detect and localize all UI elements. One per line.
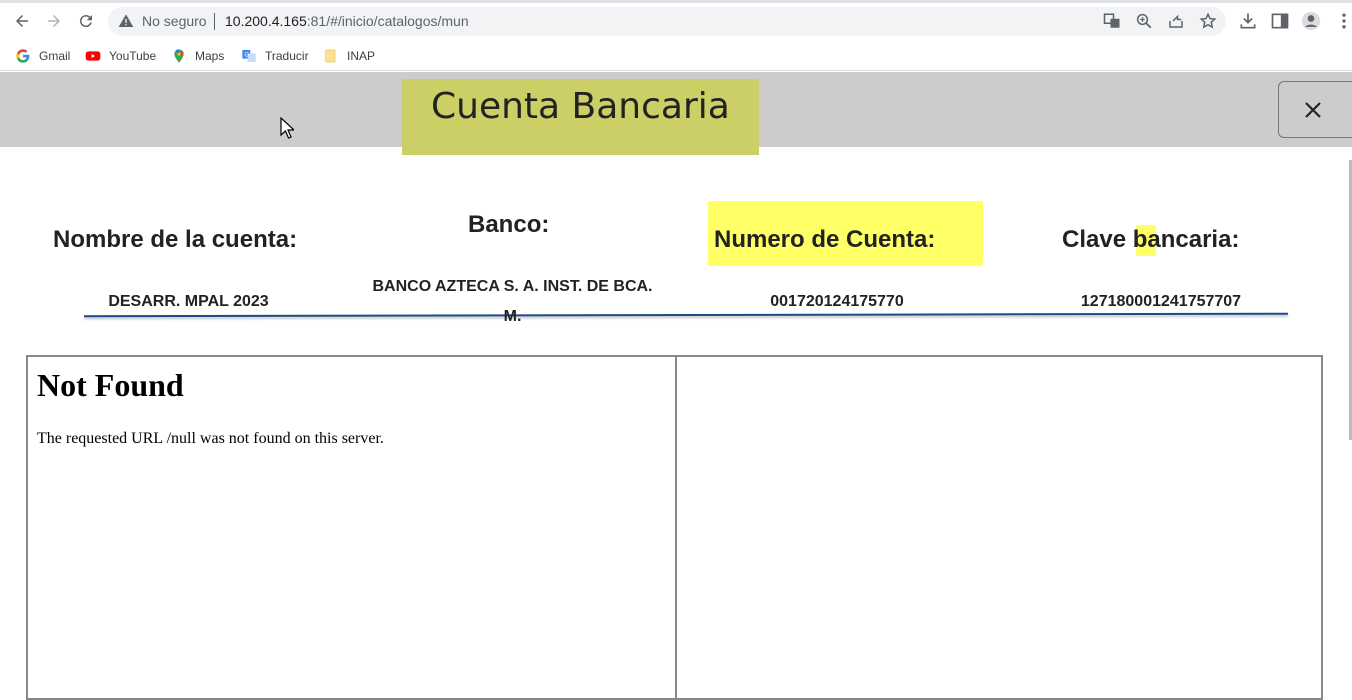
- url-text[interactable]: 10.200.4.165:81/#/inicio/catalogos/mun: [225, 13, 469, 29]
- clabe-label-pre: Clave: [1062, 226, 1133, 253]
- bookmark-label: Maps: [195, 49, 225, 63]
- modal-title: Cuenta Bancaria: [431, 86, 730, 127]
- clabe-label: Clave bancaria:: [1062, 226, 1239, 254]
- youtube-icon: [85, 51, 101, 61]
- bookmark-label: Gmail: [39, 49, 71, 63]
- profile-avatar-icon[interactable]: [1301, 11, 1321, 31]
- mouse-cursor-icon: [280, 117, 294, 139]
- bookmark-youtube[interactable]: YouTube: [85, 46, 156, 66]
- forward-button[interactable]: [42, 9, 66, 33]
- browser-toolbar: No seguro 10.200.4.165:81/#/inicio/catal…: [0, 0, 1352, 42]
- not-found-message: The requested URL /null was not found on…: [37, 430, 384, 447]
- bank-value-line1: BANCO AZTECA S. A. INST. DE BCA.: [372, 278, 653, 295]
- bookmark-gmail[interactable]: Gmail: [15, 46, 70, 66]
- zoom-icon[interactable]: [1135, 12, 1153, 30]
- document-frame-left[interactable]: Not Found The requested URL /null was no…: [26, 355, 677, 700]
- clabe-value: 127180001241757707: [1080, 293, 1242, 310]
- svg-text:G: G: [244, 53, 249, 59]
- close-button[interactable]: [1278, 81, 1352, 138]
- tab-strip: [0, 0, 490, 3]
- bookmark-star-icon[interactable]: [1199, 12, 1217, 30]
- not-found-heading: Not Found: [37, 367, 184, 403]
- bookmarks-bar: Gmail YouTube Maps G Traducir INAP: [0, 42, 1352, 71]
- account-number-label: Numero de Cuenta:: [714, 226, 936, 253]
- omnibox-separator: [214, 13, 215, 30]
- arrow-left-icon: [16, 15, 28, 27]
- reload-button[interactable]: [74, 9, 98, 33]
- account-name-value: DESARR. MPAL 2023: [108, 293, 269, 310]
- maps-icon: [174, 49, 184, 63]
- bookmark-inap[interactable]: INAP: [323, 46, 375, 66]
- document-frame-right[interactable]: [675, 355, 1323, 700]
- url-host: 10.200.4.165: [225, 13, 307, 29]
- share-icon[interactable]: [1167, 12, 1185, 30]
- bookmark-maps[interactable]: Maps: [171, 46, 224, 66]
- clabe-label-post: ancaria:: [1147, 226, 1240, 253]
- side-panel-icon[interactable]: [1270, 11, 1290, 31]
- url-path: :81/#/inicio/catalogos/mun: [306, 13, 469, 29]
- gmail-icon: [16, 49, 30, 63]
- modal-header: Cuenta Bancaria: [0, 72, 1352, 155]
- back-button[interactable]: [10, 9, 34, 33]
- tab-strip-rest: [490, 0, 1352, 3]
- translate-icon: G: [242, 50, 256, 62]
- account-name-label: Nombre de la cuenta:: [53, 226, 298, 253]
- bank-label: Banco:: [468, 211, 550, 238]
- security-label[interactable]: No seguro: [142, 13, 207, 29]
- arrow-right-icon: [48, 15, 60, 27]
- warning-icon[interactable]: [118, 13, 134, 29]
- address-bar[interactable]: No seguro 10.200.4.165:81/#/inicio/catal…: [108, 7, 1226, 36]
- folder-icon: [325, 49, 336, 63]
- download-icon[interactable]: [1238, 11, 1258, 31]
- bookmark-label: INAP: [347, 49, 376, 63]
- bookmark-label: Traducir: [265, 49, 309, 63]
- reload-icon: [79, 15, 92, 28]
- bookmark-traducir[interactable]: G Traducir: [241, 46, 309, 66]
- account-number-value: 001720124175770: [770, 293, 904, 310]
- kebab-menu-icon[interactable]: [1334, 11, 1352, 31]
- bookmark-label: YouTube: [109, 49, 157, 63]
- bank-value-line2: M.: [503, 308, 522, 325]
- clabe-label-hl: b: [1132, 226, 1148, 253]
- bank-value: BANCO AZTECA S. A. INST. DE BCA. M.: [340, 272, 685, 332]
- close-icon: [1305, 101, 1321, 118]
- translate-page-icon[interactable]: [1103, 12, 1121, 30]
